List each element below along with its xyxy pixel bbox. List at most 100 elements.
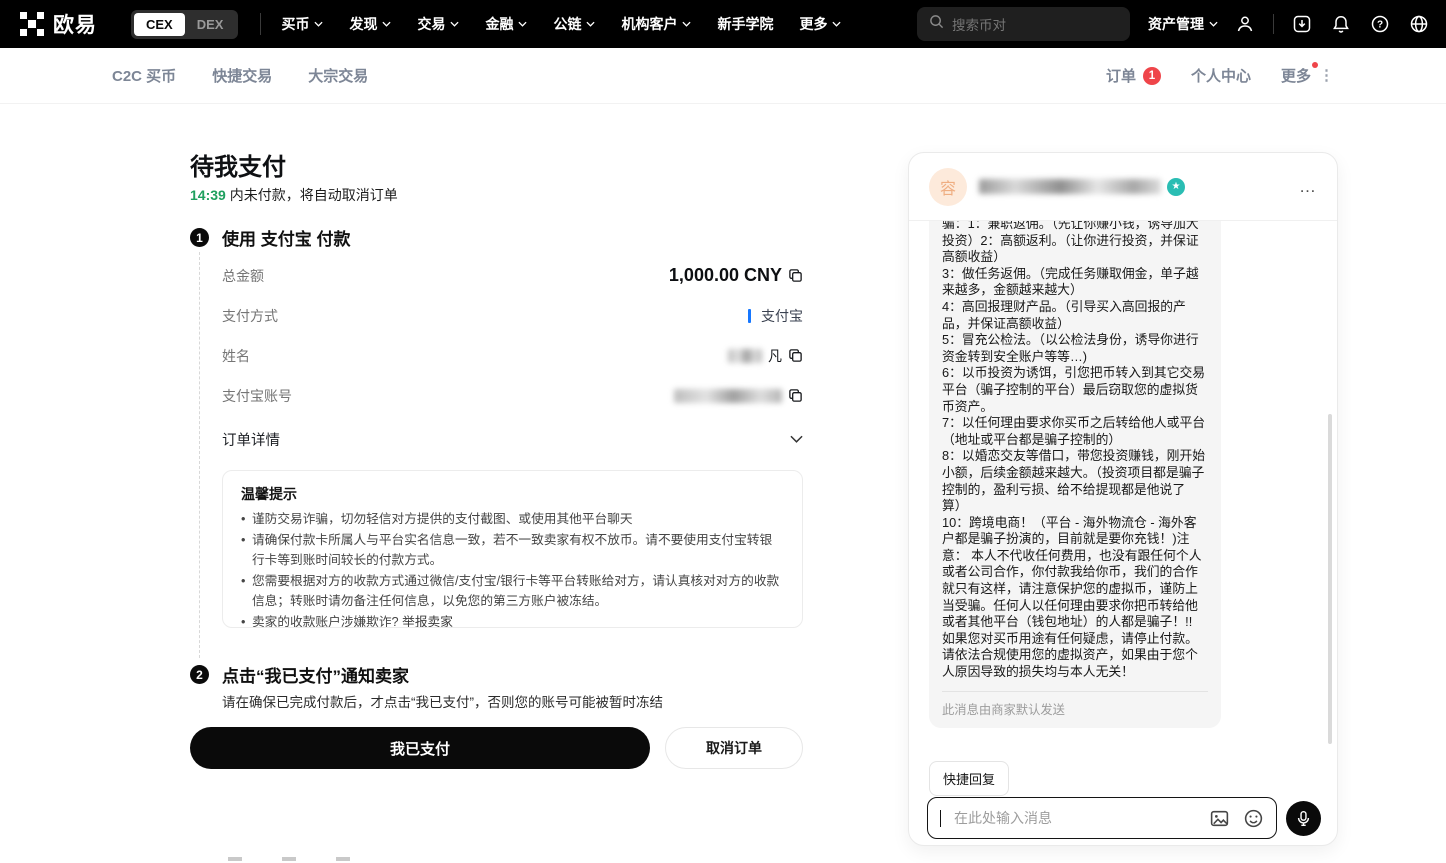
name-visible-char: 凡: [768, 346, 782, 366]
chevron-down-icon: [314, 21, 323, 27]
chevron-down-icon: [586, 21, 595, 27]
nav-item-discover[interactable]: 发现: [349, 14, 391, 34]
nav-item-trade[interactable]: 交易: [417, 14, 459, 34]
search-input[interactable]: 搜索币对: [917, 7, 1130, 41]
text-cursor: [940, 810, 941, 827]
brand-name[interactable]: 欧易: [53, 9, 97, 39]
payment-fields: 总金额 1,000.00 CNY 支付方式 支付宝 姓名 凡 支付宝账号 订单详…: [222, 262, 803, 453]
order-details-toggle[interactable]: 订单详情: [222, 425, 803, 453]
chat-scrollbar[interactable]: [1328, 414, 1332, 744]
svg-text:?: ?: [1377, 20, 1383, 31]
chat-message-input[interactable]: [954, 810, 1196, 826]
step2-number: 2: [190, 665, 209, 684]
chevron-down-icon: [518, 21, 527, 27]
payee-name-label: 姓名: [222, 346, 250, 366]
tab-express-trade[interactable]: 快捷交易: [212, 65, 272, 86]
warm-tip-item: 卖家的收款账户涉嫌欺诈? 举报卖家: [241, 612, 784, 628]
nav-icons: ?: [1234, 13, 1430, 35]
chevron-down-icon: [450, 21, 459, 27]
countdown-suffix: 内未付款，将自动取消订单: [226, 187, 398, 203]
copy-icon[interactable]: [788, 348, 803, 363]
cex-dex-toggle: CEX DEX: [131, 10, 238, 39]
chat-input-row: [927, 797, 1277, 839]
amount-value: 1,000.00 CNY: [669, 265, 782, 286]
nav-menu: 买币 发现 交易 金融 公链 机构客户 新手学院 更多: [281, 14, 841, 34]
profile-center-link[interactable]: 个人中心: [1191, 65, 1251, 86]
redacted-merchant-name: [979, 179, 1161, 194]
nav-item-chain[interactable]: 公链: [553, 14, 595, 34]
step1-header: 1 使用 支付宝 付款: [190, 225, 350, 250]
notification-dot: [1312, 62, 1318, 68]
orders-count-badge: 1: [1143, 67, 1161, 85]
warm-tips-title: 温馨提示: [241, 484, 784, 504]
kebab-menu-icon[interactable]: ⋮: [1319, 71, 1334, 81]
account-row: 支付宝账号: [222, 382, 803, 409]
search-placeholder: 搜索币对: [952, 14, 1006, 34]
sub-navbar: C2C 买币 快捷交易 大宗交易 订单 1 个人中心 更多 ⋮: [0, 48, 1446, 104]
notifications-icon[interactable]: [1330, 13, 1352, 35]
okx-logo-icon[interactable]: [20, 12, 44, 36]
warm-tips-box: 温馨提示 谨防交易诈骗，切勿轻信对方提供的支付截图、或使用其他平台聊天 请确保付…: [222, 470, 803, 628]
chat-more-icon[interactable]: …: [1299, 177, 1317, 197]
amount-row: 总金额 1,000.00 CNY: [222, 262, 803, 289]
nav-item-more[interactable]: 更多: [799, 14, 841, 34]
chat-messages[interactable]: 骗：1：兼职返佣。（先让你赚小钱，诱导加大投资）2：高额返利。（让你进行投资，并…: [909, 221, 1337, 758]
nav-item-institutional[interactable]: 机构客户: [621, 14, 691, 34]
copy-icon[interactable]: [788, 388, 803, 403]
alipay-bar-icon: [748, 309, 751, 323]
method-value: 支付宝: [761, 306, 803, 326]
step1-number: 1: [190, 228, 209, 247]
top-navbar: 欧易 CEX DEX 买币 发现 交易 金融 公链 机构客户 新手学院 更多 搜…: [0, 0, 1446, 48]
warm-tip-item: 您需要根据对方的收款方式通过微信/支付宝/银行卡等平台转账给对方，请认真核对对方…: [241, 571, 784, 612]
cancel-order-button[interactable]: 取消订单: [665, 727, 803, 769]
download-app-icon[interactable]: [1291, 13, 1313, 35]
page-title: 待我支付: [190, 147, 286, 182]
nav-item-buy[interactable]: 买币: [281, 14, 323, 34]
chevron-down-icon: [1209, 21, 1218, 27]
assets-menu[interactable]: 资产管理: [1148, 14, 1218, 34]
profile-icon[interactable]: [1234, 13, 1256, 35]
tab-c2c-buy[interactable]: C2C 买币: [112, 65, 176, 86]
redacted-account: [674, 389, 782, 403]
chevron-down-icon: [832, 21, 841, 27]
method-row: 支付方式 支付宝: [222, 302, 803, 329]
voice-message-button[interactable]: [1286, 801, 1321, 836]
divider: [260, 13, 261, 35]
copy-icon[interactable]: [788, 268, 803, 283]
chevron-down-icon: [382, 21, 391, 27]
step-connector-line: [199, 252, 200, 658]
countdown-row: 14:39 内未付款，将自动取消订单: [190, 185, 398, 205]
divider: [942, 691, 1208, 692]
more-menu[interactable]: 更多 ⋮: [1281, 65, 1334, 86]
orders-link[interactable]: 订单 1: [1106, 65, 1161, 86]
chat-header: 容 ★ …: [909, 153, 1337, 221]
toggle-cex[interactable]: CEX: [134, 13, 185, 36]
chevron-down-icon: [682, 21, 691, 27]
nav-item-academy[interactable]: 新手学院: [717, 14, 773, 34]
order-details-label: 订单详情: [222, 429, 280, 450]
emoji-icon[interactable]: [1243, 808, 1264, 829]
warm-tips-list: 谨防交易诈骗，切勿轻信对方提供的支付截图、或使用其他平台聊天 请确保付款卡所属人…: [241, 509, 784, 628]
toggle-dex[interactable]: DEX: [185, 13, 236, 36]
payee-name-row: 姓名 凡: [222, 342, 803, 369]
verified-badge-icon: ★: [1167, 178, 1185, 196]
chat-panel: 容 ★ … 骗：1：兼职返佣。（先让你赚小钱，诱导加大投资）2：高额返利。（让你…: [908, 152, 1338, 846]
report-seller-link[interactable]: 举报卖家: [402, 615, 453, 628]
paid-button[interactable]: 我已支付: [190, 727, 650, 769]
tab-block-trade[interactable]: 大宗交易: [308, 65, 368, 86]
step1-title: 使用 支付宝 付款: [222, 225, 350, 250]
redacted-name: [728, 349, 762, 363]
method-label: 支付方式: [222, 306, 278, 326]
quick-reply-button[interactable]: 快捷回复: [929, 761, 1009, 796]
image-upload-icon[interactable]: [1209, 808, 1230, 829]
nav-item-finance[interactable]: 金融: [485, 14, 527, 34]
merchant-message-bubble: 骗：1：兼职返佣。（先让你赚小钱，诱导加大投资）2：高额返利。（让你进行投资，并…: [929, 221, 1221, 728]
warm-tip-item: 谨防交易诈骗，切勿轻信对方提供的支付截图、或使用其他平台聊天: [241, 509, 784, 530]
countdown-timer: 14:39: [190, 187, 226, 203]
subnav-tabs: C2C 买币 快捷交易 大宗交易: [112, 65, 368, 86]
divider: [1273, 14, 1274, 34]
language-globe-icon[interactable]: [1408, 13, 1430, 35]
help-icon[interactable]: ?: [1369, 13, 1391, 35]
merchant-avatar: 容: [929, 168, 967, 206]
step2-description: 请在确保已完成付款后，才点击“我已支付”，否则您的账号可能被暂时冻结: [222, 691, 663, 711]
